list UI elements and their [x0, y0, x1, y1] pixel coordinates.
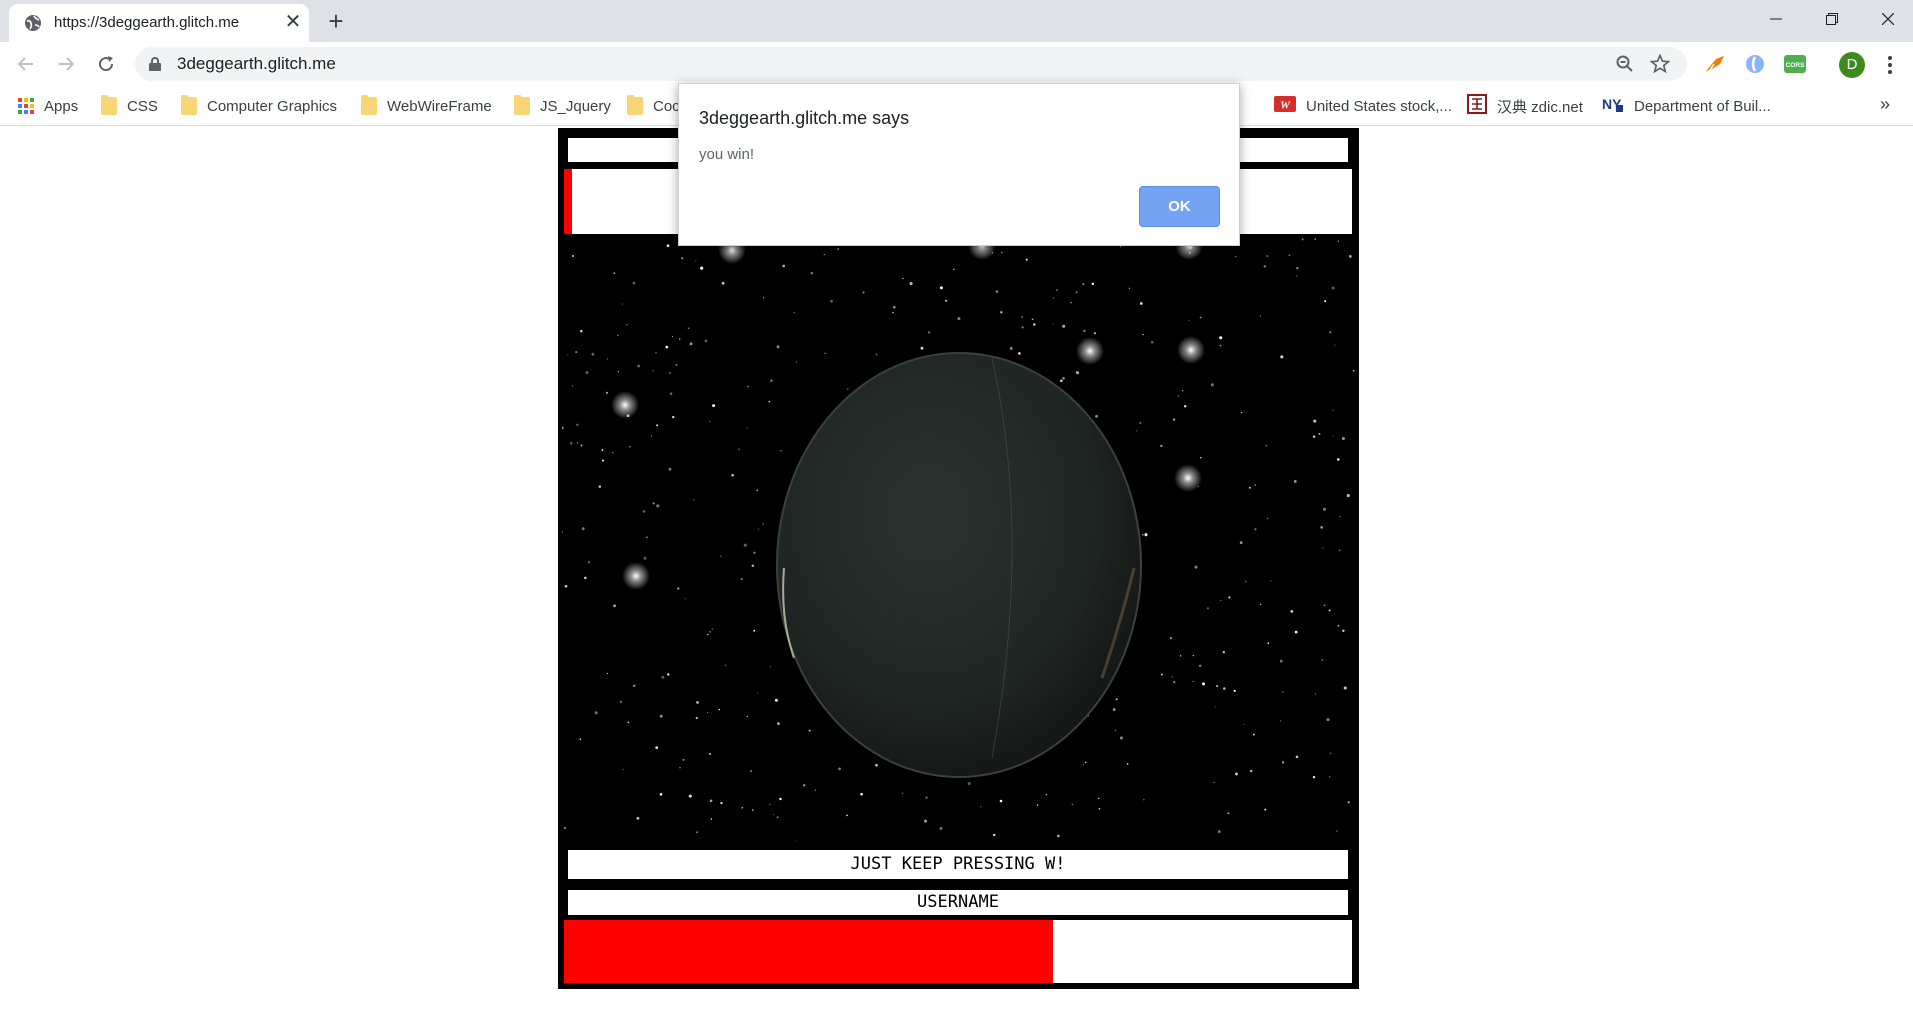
restore-button[interactable]: [1804, 0, 1860, 38]
earth-globe: [776, 352, 1142, 778]
minimize-icon: [1770, 18, 1782, 20]
profile-avatar[interactable]: D: [1839, 52, 1865, 78]
wsj-icon: W: [1274, 96, 1296, 116]
alert-message: you win!: [699, 146, 755, 163]
bookmark-webwireframe[interactable]: WebWireFrame: [361, 95, 492, 117]
bookmark-label: Coc: [653, 97, 680, 115]
apps-grid-icon: [18, 98, 34, 114]
extension-cors-icon[interactable]: CORS: [1784, 53, 1806, 75]
bookmark-label: 汉典 zdic.net: [1497, 98, 1583, 116]
bookmark-coc[interactable]: Coc: [627, 95, 680, 117]
instruction-label: JUST KEEP PRESSING W!: [568, 850, 1348, 879]
bookmark-js-jquery[interactable]: JS_Jquery: [514, 95, 611, 117]
alert-title: 3deggearth.glitch.me says: [699, 108, 910, 128]
reload-button[interactable]: [92, 50, 120, 78]
browser-toolbar: 3deggearth.glitch.me CORS D: [0, 42, 1913, 86]
bookmark-stocks[interactable]: W United States stock,...: [1274, 95, 1452, 117]
zdic-icon: [1467, 94, 1487, 118]
bookmark-label: WebWireFrame: [387, 97, 492, 115]
nyc-icon: NY: [1602, 95, 1624, 117]
close-window-button[interactable]: [1860, 0, 1913, 38]
address-bar[interactable]: 3deggearth.glitch.me: [135, 47, 1687, 81]
game-container: JUST KEEP PRESSING W! USERNAME: [558, 128, 1359, 989]
zoom-icon[interactable]: [1615, 54, 1635, 74]
bookmark-label: Apps: [44, 97, 79, 115]
username-label: USERNAME: [568, 890, 1348, 915]
header-accent: [564, 169, 572, 234]
cors-label: CORS: [1786, 62, 1805, 69]
progress-bar: [564, 920, 1352, 983]
extension-fox-icon[interactable]: [1704, 53, 1726, 75]
ok-button[interactable]: OK: [1139, 186, 1220, 227]
url-text: 3deggearth.glitch.me: [177, 54, 336, 73]
svg-text:W: W: [1280, 100, 1291, 112]
bookmark-label: Department of Buil...: [1634, 97, 1771, 115]
progress-fill: [564, 920, 1053, 983]
bookmark-star-icon[interactable]: [1650, 54, 1670, 74]
forward-arrow-icon: [59, 57, 75, 71]
folder-icon: [514, 95, 530, 115]
bookmark-label: CSS: [127, 97, 158, 115]
back-arrow-icon: [17, 57, 33, 71]
extension-shield-icon[interactable]: [1744, 53, 1766, 75]
bookmark-computer-graphics[interactable]: Computer Graphics: [181, 95, 337, 117]
bookmarks-overflow-button[interactable]: »: [1880, 94, 1890, 115]
close-icon: [1882, 13, 1894, 25]
folder-icon: [101, 95, 117, 115]
minimize-button[interactable]: [1748, 0, 1804, 38]
bookmark-label: Computer Graphics: [207, 97, 338, 115]
reload-icon: [99, 56, 114, 72]
forward-button[interactable]: [52, 50, 80, 78]
bookmark-label: United States stock,...: [1306, 97, 1452, 115]
space-scene[interactable]: [562, 238, 1355, 841]
bookmark-label: JS_Jquery: [540, 97, 611, 115]
tab-strip: https://3deggearth.glitch.me ✕ +: [0, 0, 1913, 42]
close-tab-icon[interactable]: ✕: [282, 11, 304, 33]
restore-icon: [1826, 13, 1838, 25]
alert-dialog: 3deggearth.glitch.me says you win! OK: [678, 83, 1240, 246]
globe-icon: [24, 14, 42, 32]
bookmark-apps[interactable]: Apps: [18, 95, 78, 117]
new-tab-button[interactable]: +: [322, 7, 350, 35]
bookmark-department[interactable]: NY Department of Buil...: [1602, 95, 1771, 117]
browser-tab[interactable]: https://3deggearth.glitch.me ✕: [9, 4, 309, 42]
folder-icon: [181, 95, 197, 115]
lock-icon: [149, 57, 161, 71]
more-menu-icon[interactable]: [1882, 52, 1898, 78]
bookmark-zdic[interactable]: 汉典 zdic.net: [1467, 94, 1583, 118]
bookmark-css[interactable]: CSS: [101, 95, 158, 117]
tab-title: https://3deggearth.glitch.me: [54, 14, 240, 31]
folder-icon: [361, 95, 377, 115]
folder-icon: [627, 95, 643, 115]
back-button[interactable]: [12, 50, 40, 78]
